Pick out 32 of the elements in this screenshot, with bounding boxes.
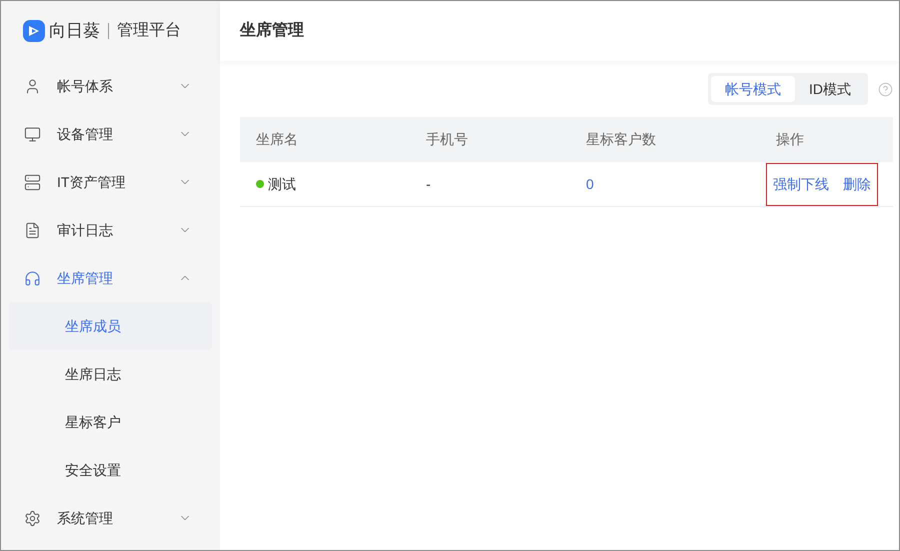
logo-icon <box>23 20 45 42</box>
sidebar-item[interactable]: IT资产管理 <box>1 158 220 206</box>
table-cell: 0 <box>586 176 594 192</box>
submenu-item[interactable]: 星标客户 <box>9 398 212 446</box>
submenu-item[interactable]: 坐席日志 <box>9 350 212 398</box>
table-cell-text: 测试 <box>268 174 296 194</box>
column-header: 操作 <box>776 131 804 147</box>
column-header: 手机号 <box>426 131 468 147</box>
column-header: 星标客户数 <box>586 131 656 147</box>
monitor-icon <box>24 126 41 142</box>
action-link[interactable]: 强制下线 <box>773 174 829 194</box>
submenu-item[interactable]: 坐席成员 <box>9 302 212 350</box>
submenu-item[interactable]: 安全设置 <box>9 446 212 494</box>
document-icon <box>24 222 41 238</box>
sidebar-item[interactable]: 坐席管理 <box>1 254 220 302</box>
column-header: 坐席名 <box>256 131 298 147</box>
sidebar-item[interactable]: 系统管理 <box>1 494 220 542</box>
action-link[interactable]: 删除 <box>843 174 871 194</box>
sidebar-item[interactable]: 帐号体系 <box>1 62 220 110</box>
brand-name: 向日葵 <box>49 20 100 42</box>
table-cell: - <box>426 176 431 192</box>
sidebar-item[interactable]: 审计日志 <box>1 206 220 254</box>
product-name: 管理平台 <box>117 21 181 41</box>
mode-tab[interactable]: 帐号模式 <box>711 76 795 102</box>
settings-icon <box>24 510 41 526</box>
sidebar-item[interactable]: 设备管理 <box>1 110 220 158</box>
page-title: 坐席管理 <box>240 20 304 41</box>
mode-tab[interactable]: ID模式 <box>795 76 865 102</box>
server-icon <box>24 174 41 190</box>
headset-icon <box>24 270 41 286</box>
user-icon <box>24 78 41 94</box>
help-icon[interactable] <box>878 82 893 96</box>
